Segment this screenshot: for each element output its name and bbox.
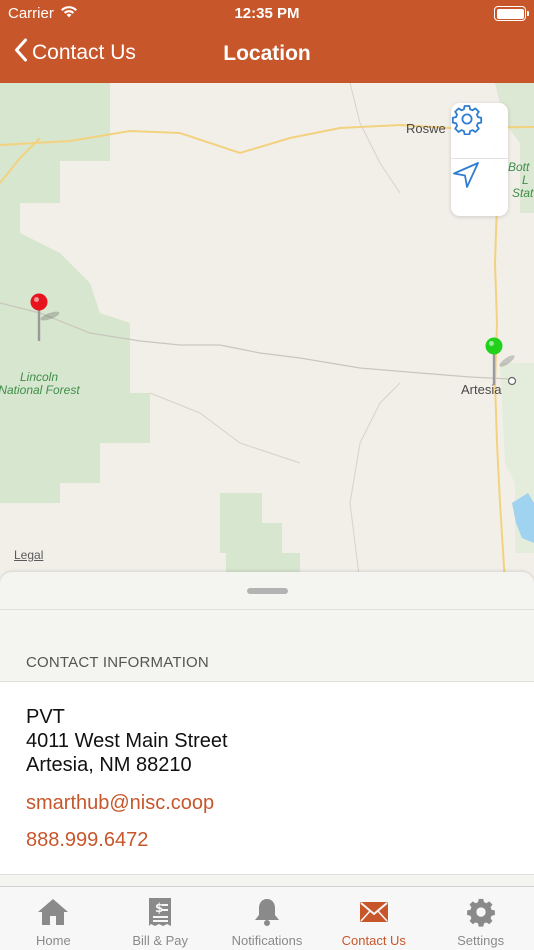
tab-notifications-label: Notifications — [231, 933, 303, 948]
battery-icon — [494, 6, 529, 21]
map-pin-red[interactable] — [28, 293, 60, 343]
map-settings-button[interactable] — [451, 103, 508, 159]
envelope-icon — [359, 897, 389, 927]
tab-bill-pay-label: Bill & Pay — [132, 933, 189, 948]
tab-contact-us-label: Contact Us — [341, 933, 406, 948]
home-icon — [36, 897, 70, 927]
contact-name: PVT — [26, 706, 65, 728]
tab-settings-label: Settings — [457, 933, 505, 948]
tab-home[interactable]: Home — [0, 887, 107, 950]
back-button[interactable]: Contact Us — [14, 38, 136, 68]
chevron-left-icon — [14, 38, 28, 68]
contact-email-link[interactable]: smarthub@nisc.coop — [26, 792, 214, 815]
map-label-bottomless-line3: Stat — [512, 186, 534, 200]
navigation-bar: Contact Us Location — [0, 28, 534, 83]
map-label-bottomless-line1: Bott — [508, 160, 530, 174]
tab-settings[interactable]: Settings — [427, 887, 534, 950]
contact-street: 4011 West Main Street — [26, 730, 228, 752]
map-legal-link[interactable]: Legal — [14, 548, 43, 562]
sheet-divider — [0, 609, 534, 610]
status-time: 12:35 PM — [234, 5, 300, 22]
tab-bar: Home $ Bill & Pay Notifications Contact … — [0, 886, 534, 950]
map-label-lincoln-forest: Lincoln National Forest — [0, 371, 84, 397]
tab-contact-us[interactable]: Contact Us — [320, 887, 427, 950]
tab-notifications[interactable]: Notifications — [214, 887, 321, 950]
tab-bill-pay[interactable]: $ Bill & Pay — [107, 887, 214, 950]
bill-icon: $ — [147, 897, 173, 927]
map-label-lincoln-line2: National Forest — [0, 383, 80, 397]
contact-card: PVT 4011 West Main Street Artesia, NM 88… — [0, 681, 534, 875]
status-bar: Carrier 12:35 PM — [0, 0, 534, 28]
app-header: Carrier 12:35 PM Contact Us Location — [0, 0, 534, 83]
map-controls — [451, 103, 508, 216]
gear-icon — [466, 897, 496, 927]
back-button-label: Contact Us — [32, 41, 136, 64]
tab-home-label: Home — [36, 933, 71, 948]
svg-text:$: $ — [155, 901, 163, 915]
current-location-button[interactable] — [451, 160, 508, 216]
map-view[interactable]: Roswe Bott L Stat Lincoln National Fores… — [0, 83, 534, 583]
map-pin-green[interactable] — [483, 337, 515, 387]
contact-section-header: CONTACT INFORMATION — [26, 654, 209, 671]
sheet-grabber-handle[interactable] — [247, 588, 288, 594]
map-label-bottomless-lakes: Bott L Stat — [508, 161, 533, 200]
contact-city-state-zip: Artesia, NM 88210 — [26, 754, 192, 776]
contact-bottom-sheet: CONTACT INFORMATION PVT 4011 West Main S… — [0, 572, 534, 886]
bell-icon — [253, 897, 281, 927]
map-label-roswell: Roswe — [406, 121, 446, 136]
contact-phone-link[interactable]: 888.999.6472 — [26, 829, 148, 852]
